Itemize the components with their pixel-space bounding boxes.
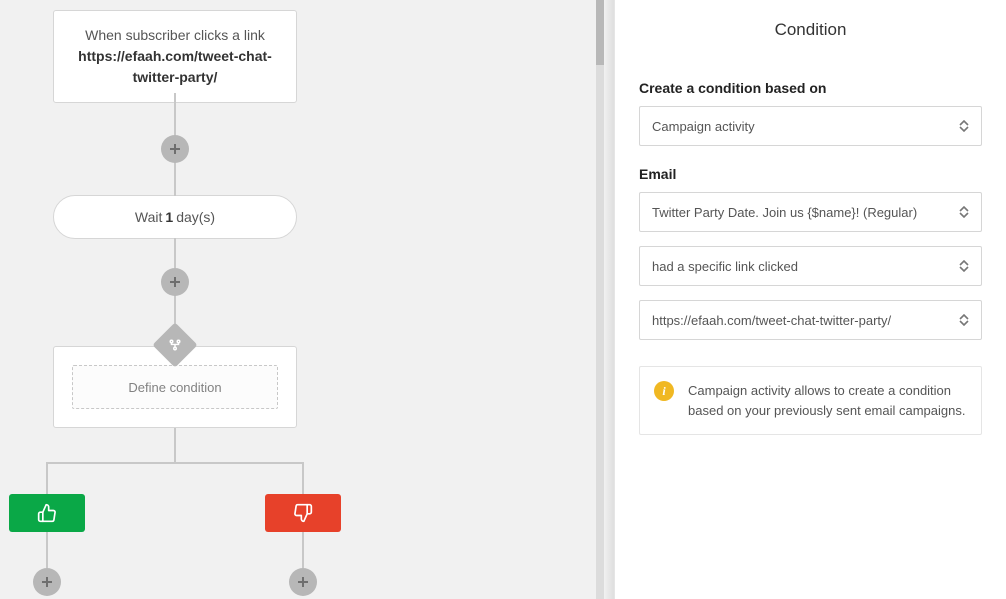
wait-suffix: day(s) — [176, 209, 215, 225]
scrollbar-track[interactable] — [596, 0, 604, 599]
trigger-link: https://efaah.com/tweet-chat-twitter-par… — [78, 48, 272, 85]
wait-node[interactable]: Wait 1 day(s) — [53, 195, 297, 239]
select-value: https://efaah.com/tweet-chat-twitter-par… — [652, 313, 891, 328]
connector — [174, 238, 176, 268]
select-condition-basis[interactable]: Campaign activity — [639, 106, 982, 146]
wait-prefix: Wait — [135, 209, 162, 225]
workflow-canvas[interactable]: When subscriber clicks a link https://ef… — [0, 0, 614, 599]
panel-title: Condition — [639, 20, 982, 40]
info-text: Campaign activity allows to create a con… — [688, 381, 967, 420]
chevron-updown-icon — [957, 259, 971, 273]
connector — [46, 532, 48, 568]
select-email-campaign[interactable]: Twitter Party Date. Join us {$name}! (Re… — [639, 192, 982, 232]
connector — [302, 532, 304, 568]
select-value: Twitter Party Date. Join us {$name}! (Re… — [652, 205, 917, 220]
trigger-text: When subscriber clicks a link — [85, 27, 265, 43]
add-step-no-button[interactable] — [289, 568, 317, 596]
connector — [174, 93, 176, 136]
chevron-updown-icon — [957, 205, 971, 219]
branch-yes-button[interactable] — [9, 494, 85, 532]
info-box: i Campaign activity allows to create a c… — [639, 366, 982, 435]
label-email: Email — [639, 166, 982, 182]
select-value: had a specific link clicked — [652, 259, 798, 274]
label-condition-basis: Create a condition based on — [639, 80, 982, 96]
trigger-node[interactable]: When subscriber clicks a link https://ef… — [53, 10, 297, 103]
connector — [46, 462, 304, 464]
info-icon: i — [654, 381, 674, 401]
panel-shadow — [604, 0, 614, 599]
add-step-button[interactable] — [161, 135, 189, 163]
select-email-action[interactable]: had a specific link clicked — [639, 246, 982, 286]
add-step-yes-button[interactable] — [33, 568, 61, 596]
chevron-updown-icon — [957, 119, 971, 133]
connector — [174, 428, 176, 462]
thumbs-down-icon — [293, 503, 313, 523]
scrollbar-thumb[interactable] — [596, 0, 604, 65]
wait-count: 1 — [165, 209, 173, 225]
connector — [174, 161, 176, 196]
define-condition-placeholder[interactable]: Define condition — [72, 365, 278, 409]
thumbs-up-icon — [37, 503, 57, 523]
select-value: Campaign activity — [652, 119, 755, 134]
connector — [302, 462, 304, 494]
condition-panel: Condition Create a condition based on Ca… — [614, 0, 1006, 599]
chevron-updown-icon — [957, 313, 971, 327]
add-step-button[interactable] — [161, 268, 189, 296]
connector — [46, 462, 48, 494]
branch-no-button[interactable] — [265, 494, 341, 532]
select-link-url[interactable]: https://efaah.com/tweet-chat-twitter-par… — [639, 300, 982, 340]
